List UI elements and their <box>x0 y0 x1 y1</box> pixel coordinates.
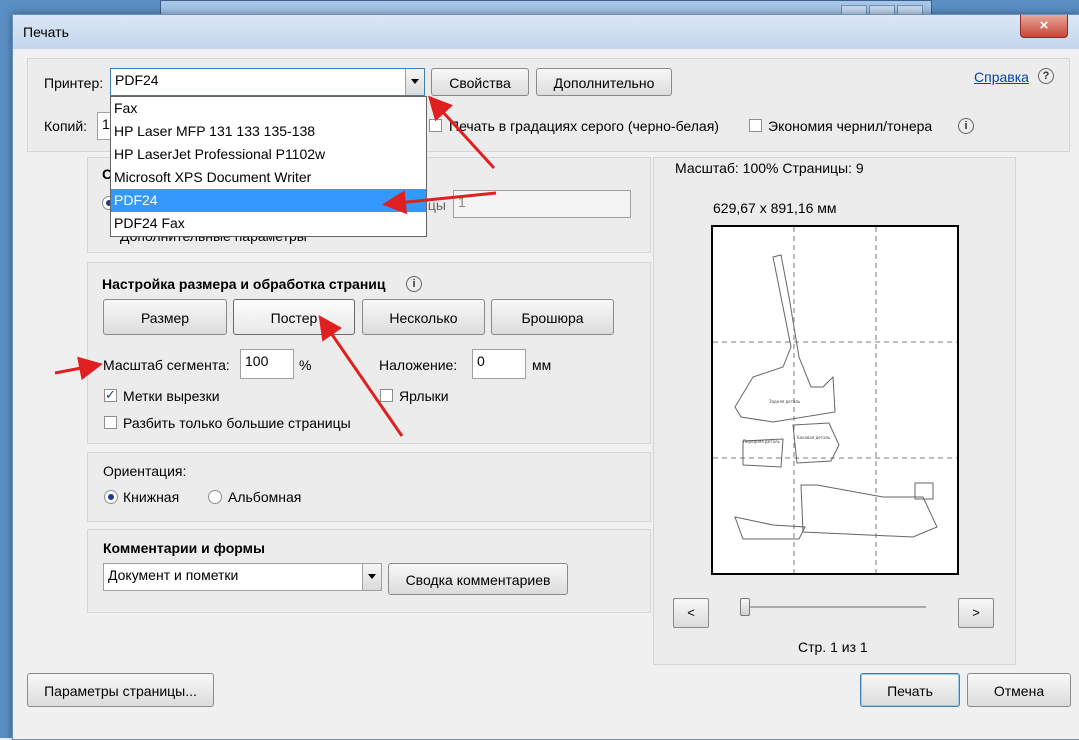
comments-heading: Комментарии и формы <box>103 540 265 556</box>
labels-checkbox[interactable] <box>380 389 393 402</box>
cancel-button[interactable]: Отмена <box>967 673 1071 707</box>
print-button[interactable]: Печать <box>860 673 960 707</box>
comments-select-value: Документ и пометки <box>108 567 239 583</box>
printer-option[interactable]: Fax <box>111 97 426 120</box>
tile-large-checkbox[interactable] <box>104 416 117 429</box>
printer-option[interactable]: Microsoft XPS Document Writer <box>111 166 426 189</box>
prev-page-button[interactable]: < <box>673 598 709 628</box>
portrait-radio[interactable] <box>104 490 118 504</box>
help-icon[interactable]: ? <box>1038 68 1054 84</box>
save-ink-label: Экономия чернил/тонера <box>768 118 933 134</box>
preview-dimensions: 629,67 x 891,16 мм <box>713 200 837 216</box>
close-button[interactable]: × <box>1020 15 1068 38</box>
comments-summary-button[interactable]: Сводка комментариев <box>388 563 568 595</box>
printer-select-value: PDF24 <box>115 72 159 88</box>
dialog-title: Печать <box>23 24 69 40</box>
info-icon: i <box>406 276 422 292</box>
tile-scale-label: Масштаб сегмента: <box>103 357 230 373</box>
advanced-button[interactable]: Дополнительно <box>536 68 672 96</box>
portrait-label: Книжная <box>123 489 180 505</box>
page-slider-track[interactable] <box>740 606 926 608</box>
printer-option[interactable]: PDF24 Fax <box>111 212 426 235</box>
grayscale-checkbox[interactable] <box>429 119 442 132</box>
tile-large-label: Разбить только большие страницы <box>123 415 351 431</box>
properties-button[interactable]: Свойства <box>431 68 529 96</box>
pattern-label: Задняя деталь <box>769 399 801 404</box>
title-bar: Печать × <box>13 15 1079 49</box>
chevron-down-icon[interactable] <box>405 69 424 95</box>
help-link[interactable]: Справка <box>974 69 1029 85</box>
next-page-button[interactable]: > <box>958 598 994 628</box>
pages-input[interactable]: 1 <box>453 190 631 218</box>
chevron-left-icon: < <box>687 605 695 620</box>
tile-scale-unit: % <box>299 357 312 373</box>
pattern-preview: Передняя деталь Боковая деталь Задняя де… <box>713 227 957 573</box>
tab-booklet[interactable]: Брошюра <box>491 299 614 335</box>
printer-option[interactable]: HP Laser MFP 131 133 135-138 <box>111 120 426 143</box>
close-icon: × <box>1039 17 1049 34</box>
tab-poster[interactable]: Постер <box>233 299 355 335</box>
landscape-radio[interactable] <box>208 490 222 504</box>
printer-option-selected[interactable]: PDF24 <box>111 189 426 212</box>
landscape-label: Альбомная <box>228 489 302 505</box>
sizing-heading: Настройка размера и обработка страниц <box>102 276 386 292</box>
cut-marks-checkbox[interactable] <box>104 387 117 403</box>
save-ink-checkbox[interactable] <box>749 119 762 132</box>
cut-marks-label: Метки вырезки <box>123 388 220 404</box>
overlap-unit: мм <box>532 357 552 373</box>
overlap-input[interactable]: 0 <box>472 349 526 379</box>
orientation-heading: Ориентация: <box>103 463 187 479</box>
page-slider-thumb[interactable] <box>740 598 750 616</box>
printer-option[interactable]: HP LaserJet Professional P1102w <box>111 143 426 166</box>
preview-scale-text: Масштаб: 100% Страницы: 9 <box>675 160 864 176</box>
overlap-label: Наложение: <box>379 357 458 373</box>
tab-multiple[interactable]: Несколько <box>362 299 485 335</box>
labels-label: Ярлыки <box>399 388 449 404</box>
pattern-label: Передняя деталь <box>743 439 780 444</box>
copies-label: Копий: <box>44 118 88 134</box>
chevron-right-icon: > <box>972 605 980 620</box>
printer-label: Принтер: <box>44 75 104 91</box>
page-setup-button[interactable]: Параметры страницы... <box>27 673 214 707</box>
pattern-label: Боковая деталь <box>797 435 831 440</box>
chevron-down-icon[interactable] <box>362 564 381 590</box>
info-icon: i <box>958 118 974 134</box>
tab-size[interactable]: Размер <box>103 299 227 335</box>
preview-page: Передняя деталь Боковая деталь Задняя де… <box>711 225 959 575</box>
printer-select[interactable]: PDF24 <box>110 68 425 96</box>
grayscale-label: Печать в градациях серого (черно-белая) <box>449 118 719 134</box>
page-counter: Стр. 1 из 1 <box>798 639 868 655</box>
comments-select[interactable]: Документ и пометки <box>103 563 382 591</box>
tile-scale-input[interactable]: 100 <box>240 349 294 379</box>
printer-dropdown-list[interactable]: Fax HP Laser MFP 131 133 135-138 HP Lase… <box>110 96 427 237</box>
